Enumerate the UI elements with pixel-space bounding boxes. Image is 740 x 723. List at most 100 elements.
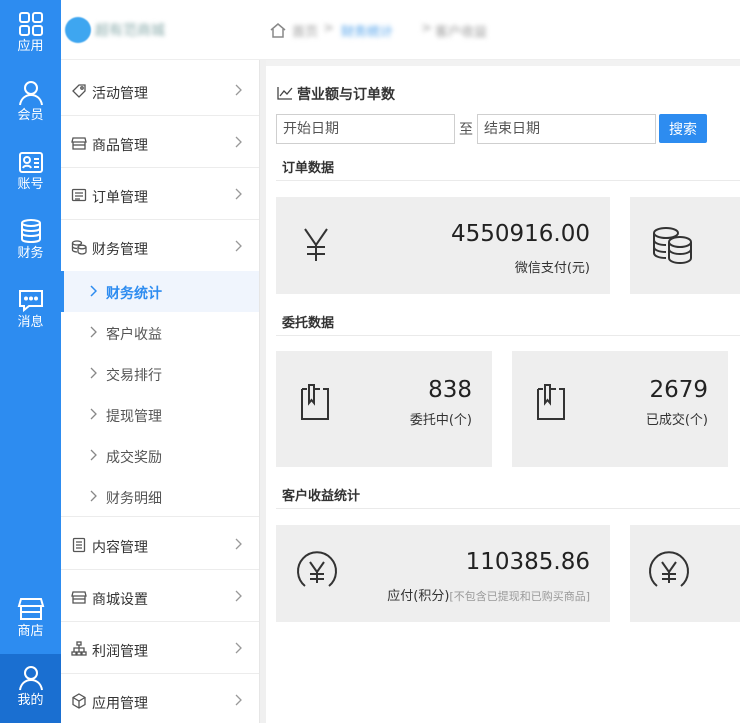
rail-label: 账号 <box>17 177 44 192</box>
chevron-right-icon <box>235 136 242 148</box>
rail-label: 我的 <box>17 693 44 708</box>
sidebar-item-label: 商品管理 <box>92 138 148 154</box>
sidebar-divider <box>259 60 266 723</box>
chevron-right-icon <box>235 84 242 96</box>
yen-circle-icon <box>297 551 337 587</box>
stat-value: 2679 <box>649 377 708 403</box>
rail-label: 财务 <box>17 246 44 261</box>
sidebar-sub-customer-income[interactable]: 客户收益 <box>61 312 259 353</box>
rail-item-store[interactable]: 商店 <box>0 585 61 654</box>
rail-item-apps[interactable]: 应用 <box>0 0 61 69</box>
org-chart-icon <box>71 641 87 656</box>
chevron-right-icon <box>90 285 97 297</box>
chevron-right-icon <box>90 326 97 338</box>
chevron-right-icon <box>90 449 97 461</box>
sidebar-item-label: 内容管理 <box>92 540 148 556</box>
sidebar-item-finance[interactable]: 财务管理 <box>61 220 259 272</box>
main-panel: 营业额与订单数 至 搜索 订单数据 4550916.00 微信支付(元) 委托数… <box>266 66 740 723</box>
entrust-section-title: 委托数据 <box>276 312 740 336</box>
stat-label-hint: [不包含已提现和已购买商品] <box>449 590 590 603</box>
sidebar-item-label: 订单管理 <box>92 190 148 206</box>
chevron-right-icon <box>235 538 242 550</box>
brand-name: 超有范商城 <box>95 23 165 39</box>
orders-section-title: 订单数据 <box>276 157 740 181</box>
rail-item-finance[interactable]: 财务 <box>0 207 61 276</box>
clipboard-icon <box>301 384 329 420</box>
tag-icon <box>72 84 86 98</box>
stat-card-payable-points: 110385.86 应付(积分)[不包含已提现和已购买商品] <box>276 525 610 622</box>
stat-label-text: 应付(积分) <box>387 589 450 604</box>
sidebar-sub-label: 客户收益 <box>106 327 162 343</box>
rail-item-messages[interactable]: 消息 <box>0 276 61 345</box>
rail-item-account[interactable]: 账号 <box>0 138 61 207</box>
breadcrumb-separator: > <box>323 21 334 36</box>
sidebar-item-activity[interactable]: 活动管理 <box>61 64 259 116</box>
sidebar-item-products[interactable]: 商品管理 <box>61 116 259 168</box>
sidebar-item-orders[interactable]: 订单管理 <box>61 168 259 220</box>
app-rail: 应用 会员 账号 财务 消息 商店 我的 <box>0 0 61 723</box>
section-title: 营业额与订单数 <box>297 87 395 103</box>
yen-circle-icon <box>649 551 689 587</box>
sidebar-sub-finance-details[interactable]: 财务明细 <box>61 476 259 517</box>
stat-value: 110385.86 <box>465 549 590 575</box>
chevron-right-icon <box>235 642 242 654</box>
sidebar-item-label: 应用管理 <box>92 696 148 712</box>
grid-icon <box>18 12 43 36</box>
stat-label: 微信支付(元) <box>514 261 590 276</box>
logo-icon <box>65 17 91 43</box>
rail-item-mine[interactable]: 我的 <box>0 654 61 723</box>
breadcrumb-home[interactable]: 首页 <box>292 21 318 40</box>
breadcrumb-current: 客户收益 <box>435 25 488 40</box>
sidebar-item-label: 商城设置 <box>92 592 148 608</box>
chevron-right-icon <box>235 694 242 706</box>
stat-card-entrusting: 838 委托中(个) <box>276 351 492 467</box>
brand-bar: 超有范商城 <box>61 0 259 60</box>
coins-icon <box>653 227 692 265</box>
cube-icon <box>72 693 86 709</box>
document-icon <box>72 537 86 553</box>
shop-icon <box>71 591 87 604</box>
sidebar-sub-label: 交易排行 <box>106 368 162 384</box>
top-header: 首页 > 财务统计 > 客户收益 <box>259 0 740 60</box>
sidebar-sub-deal-rewards[interactable]: 成交奖励 <box>61 435 259 476</box>
yen-icon <box>304 228 328 261</box>
sidebar-sub-label: 提现管理 <box>106 409 162 425</box>
sidebar-sub-finance-stats[interactable]: 财务统计 <box>61 271 259 312</box>
sidebar-sub-label: 财务明细 <box>106 491 162 507</box>
rail-label: 应用 <box>17 39 44 54</box>
chevron-right-icon <box>235 188 242 200</box>
stat-card-completed: 2679 已成交(个) <box>512 351 728 467</box>
breadcrumb-middle[interactable]: 财务统计 <box>341 21 393 40</box>
sidebar-sub-label: 成交奖励 <box>106 450 162 466</box>
line-chart-icon <box>277 87 293 100</box>
user-icon <box>18 81 43 106</box>
list-icon <box>71 188 87 202</box>
sidebar-sub-withdrawals[interactable]: 提现管理 <box>61 394 259 435</box>
home-icon[interactable] <box>269 21 287 39</box>
rail-label: 商店 <box>17 624 44 639</box>
to-label: 至 <box>459 122 473 138</box>
sidebar-item-label: 利润管理 <box>92 644 148 660</box>
sidebar-sub-trade-ranking[interactable]: 交易排行 <box>61 353 259 394</box>
stat-card-partial <box>630 525 740 622</box>
start-date-input[interactable] <box>276 114 455 144</box>
sidebar-item-apps[interactable]: 应用管理 <box>61 674 259 723</box>
sidebar-item-mall-settings[interactable]: 商城设置 <box>61 570 259 622</box>
rail-item-members[interactable]: 会员 <box>0 69 61 138</box>
sidebar-item-content[interactable]: 内容管理 <box>61 518 259 570</box>
breadcrumb-separator: > <box>421 21 432 36</box>
stat-value: 838 <box>428 377 472 403</box>
user-icon <box>18 666 43 691</box>
sidebar-sub-label: 财务统计 <box>106 286 162 302</box>
search-button[interactable]: 搜索 <box>659 114 707 143</box>
sidebar-item-profit[interactable]: 利润管理 <box>61 622 259 674</box>
chevron-right-icon <box>90 490 97 502</box>
clipboard-icon <box>537 384 565 420</box>
stat-card-wechat-pay: 4550916.00 微信支付(元) <box>276 197 610 294</box>
stat-label: 已成交(个) <box>645 413 708 428</box>
sidebar: 活动管理 商品管理 订单管理 财务管理 财务统计 客户收益 交易排行 提现管理 … <box>61 60 259 723</box>
chevron-right-icon <box>235 590 242 602</box>
id-card-icon <box>18 152 43 173</box>
chevron-right-icon <box>235 240 242 252</box>
end-date-input[interactable] <box>477 114 656 144</box>
